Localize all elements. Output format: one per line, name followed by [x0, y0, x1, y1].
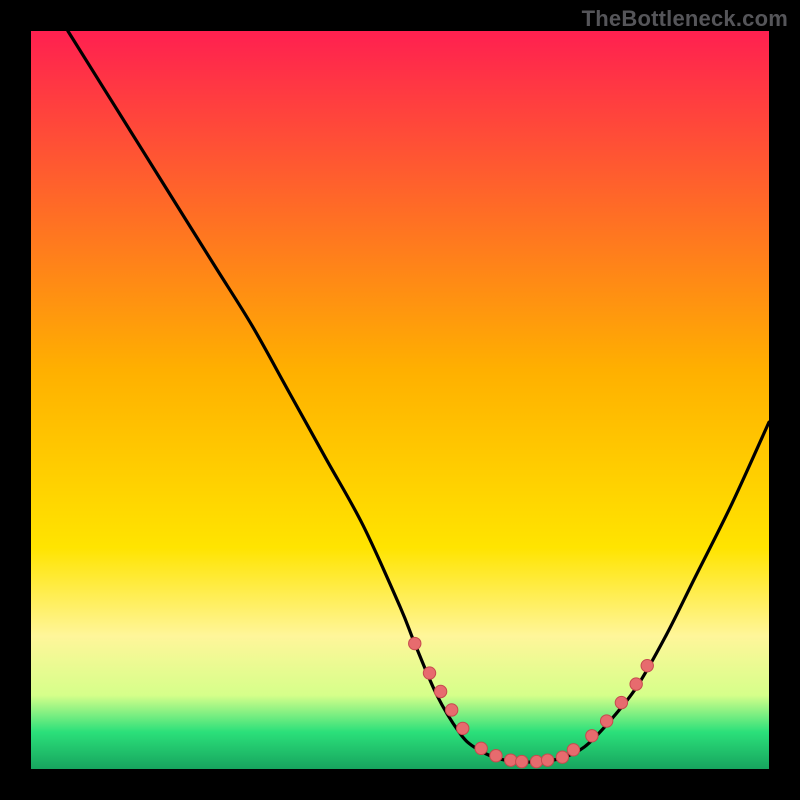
highlight-dot	[490, 750, 502, 762]
highlight-dot	[630, 678, 642, 690]
highlight-dot	[475, 742, 487, 754]
highlight-dot	[505, 754, 517, 766]
highlight-dot	[530, 755, 542, 767]
chart-stage: TheBottleneck.com	[0, 0, 800, 800]
highlight-dot	[516, 755, 528, 767]
highlight-dot	[615, 696, 627, 708]
highlight-dot	[445, 704, 457, 716]
highlight-dot	[556, 751, 568, 763]
plot-area	[31, 31, 769, 769]
highlight-dot	[567, 744, 579, 756]
highlight-dot	[457, 722, 469, 734]
bottleneck-chart	[0, 0, 800, 800]
highlight-dot	[586, 730, 598, 742]
highlight-dot	[434, 685, 446, 697]
highlight-dot	[423, 667, 435, 679]
watermark-text: TheBottleneck.com	[582, 6, 788, 32]
highlight-dot	[541, 754, 553, 766]
highlight-dot	[641, 659, 653, 671]
highlight-dot	[600, 715, 612, 727]
highlight-dot	[409, 637, 421, 649]
